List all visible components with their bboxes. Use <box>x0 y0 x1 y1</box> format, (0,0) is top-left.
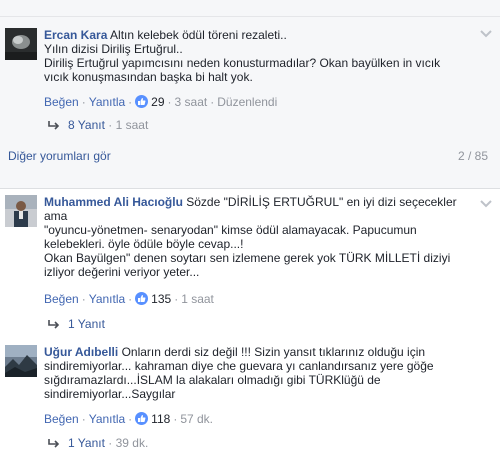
replies-link[interactable]: 8 Yanıt · 1 saat <box>48 118 148 133</box>
replies-link[interactable]: 1 Yanıt <box>48 317 105 332</box>
reply-button[interactable]: Yanıtla <box>89 95 125 109</box>
comment-actions: Beğen · Yanıtla · 29 · 3 saat · Düzenlendi <box>44 95 278 109</box>
divider <box>0 188 500 189</box>
comment-author[interactable]: Uğur Adıbelli <box>44 345 118 359</box>
edited-label[interactable]: Düzenlendi <box>217 95 277 109</box>
replies-count[interactable]: 1 Yanıt <box>68 317 105 331</box>
comment-body: Uğur Adıbelli Onların derdi siz değil !!… <box>44 345 488 401</box>
like-icon[interactable] <box>135 292 149 305</box>
comment-actions: Beğen · Yanıtla · 118 · 57 dk. <box>44 412 214 426</box>
replies-time: 39 dk. <box>115 436 149 450</box>
like-count[interactable]: 29 <box>151 95 164 109</box>
replies-time: 1 saat <box>115 118 149 132</box>
comment-section-top: Ercan Kara Altın kelebek ödül töreni rez… <box>0 0 500 188</box>
comment-author[interactable]: Ercan Kara <box>44 28 107 42</box>
comment-time[interactable]: 3 saat <box>175 95 208 109</box>
comment-actions: Beğen · Yanıtla · 135 · 1 saat <box>44 292 214 306</box>
like-button[interactable]: Beğen <box>44 412 79 426</box>
reply-arrow-icon <box>48 318 60 332</box>
chevron-down-icon[interactable] <box>480 28 492 38</box>
replies-link[interactable]: 1 Yanıt · 39 dk. <box>48 436 148 451</box>
reply-arrow-icon <box>48 119 60 133</box>
avatar[interactable] <box>5 195 37 227</box>
avatar[interactable] <box>5 28 37 60</box>
like-count[interactable]: 135 <box>151 292 171 306</box>
like-icon[interactable] <box>135 95 149 108</box>
replies-count[interactable]: 8 Yanıt <box>68 118 105 132</box>
like-button[interactable]: Beğen <box>44 292 79 306</box>
reply-button[interactable]: Yanıtla <box>89 292 125 306</box>
avatar[interactable] <box>5 345 37 377</box>
replies-count[interactable]: 1 Yanıt <box>68 436 105 450</box>
more-comments-bar: Diğer yorumları gör 2 / 85 <box>0 145 500 167</box>
like-button[interactable]: Beğen <box>44 95 79 109</box>
like-icon[interactable] <box>135 412 149 425</box>
comment-pager: 2 / 85 <box>457 149 488 163</box>
comment-body: Muhammed Ali Hacıoğlu Sözde "DİRİLİŞ ERT… <box>44 195 488 279</box>
reply-button[interactable]: Yanıtla <box>89 412 125 426</box>
more-comments-link[interactable]: Diğer yorumları gör <box>8 149 111 163</box>
reply-arrow-icon <box>48 437 60 451</box>
comment-body: Ercan Kara Altın kelebek ödül töreni rez… <box>44 28 488 84</box>
comment-time[interactable]: 57 dk. <box>180 412 213 426</box>
like-count[interactable]: 118 <box>151 412 170 426</box>
chevron-down-icon[interactable] <box>480 198 492 208</box>
comment-time[interactable]: 1 saat <box>181 292 214 306</box>
divider <box>0 16 500 17</box>
comment-author[interactable]: Muhammed Ali Hacıoğlu <box>44 195 183 209</box>
